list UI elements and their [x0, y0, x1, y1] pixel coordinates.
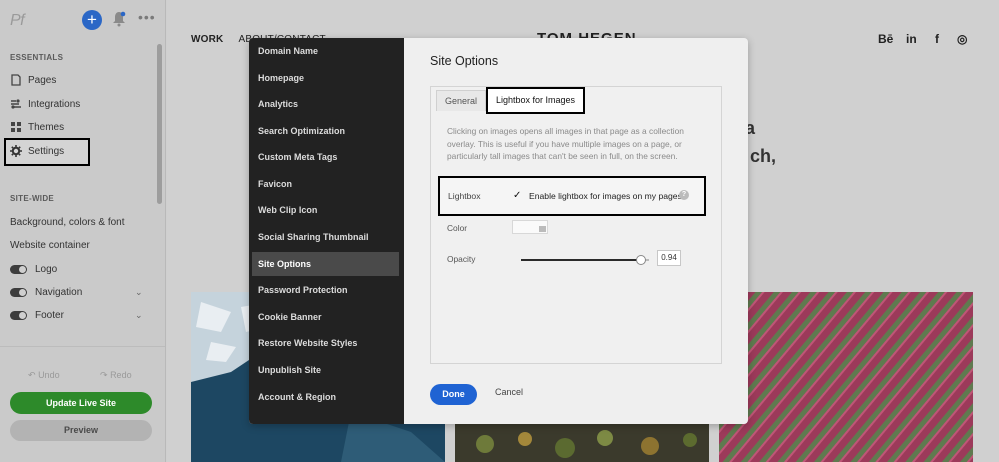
menu-item-analytics[interactable]: Analytics [252, 92, 399, 116]
chevron-down-icon[interactable]: ⌄ [135, 287, 143, 298]
essentials-heading: ESSENTIALS [10, 53, 64, 62]
sidebar-item-themes[interactable]: Themes [10, 117, 64, 137]
instagram-icon[interactable]: ◎ [957, 32, 967, 46]
redo-label: Redo [110, 370, 132, 380]
bell-icon[interactable] [112, 11, 126, 27]
sidebar-item-pages[interactable]: Pages [10, 70, 56, 90]
color-picker-corner-icon [539, 226, 546, 232]
sidebar-item-label: Navigation [35, 286, 83, 298]
menu-item-search-optimization[interactable]: Search Optimization [252, 119, 399, 143]
sidebar-item-background[interactable]: Background, colors & font [10, 212, 125, 232]
sidebar-scrollbar[interactable] [157, 44, 162, 204]
add-button[interactable]: + [82, 10, 102, 30]
opacity-label: Opacity [447, 254, 476, 264]
lightbox-setting-row: Lightbox ✓ Enable lightbox for images on… [438, 176, 706, 216]
more-options-icon[interactable]: ••• [138, 9, 156, 25]
sidebar-item-label: Themes [28, 121, 65, 133]
editor-sidebar: Pf + ••• ESSENTIALS Pages Integrations T… [0, 0, 166, 462]
sidebar-item-logo[interactable]: Logo [10, 259, 57, 279]
tulip-field-photo[interactable] [719, 292, 973, 462]
linkedin-icon[interactable]: in [906, 32, 917, 46]
logo-toggle[interactable] [10, 264, 27, 274]
menu-item-password-protection[interactable]: Password Protection [252, 278, 399, 302]
menu-item-favicon[interactable]: Favicon [252, 172, 399, 196]
help-icon[interactable]: ? [679, 190, 689, 200]
gear-icon [10, 145, 22, 157]
menu-item-account-region[interactable]: Account & Region [252, 385, 399, 409]
footer-toggle[interactable] [10, 310, 27, 320]
sidebar-item-settings[interactable]: Settings [10, 141, 64, 161]
lightbox-label: Lightbox [448, 191, 481, 201]
undo-icon: ↶ [28, 370, 36, 380]
opacity-slider-handle[interactable] [636, 255, 646, 265]
sidebar-item-label: Integrations [28, 98, 81, 110]
sidebar-item-label: Logo [35, 263, 58, 275]
site-nav-work[interactable]: WORK [191, 34, 223, 45]
undo-button[interactable]: ↶ Undo [28, 370, 60, 381]
tab-general[interactable]: General [436, 90, 486, 111]
menu-item-social-sharing-thumbnail[interactable]: Social Sharing Thumbnail [252, 225, 399, 249]
color-picker[interactable] [512, 220, 548, 234]
sidebar-item-integrations[interactable]: Integrations [10, 94, 80, 114]
trees-photo[interactable] [455, 424, 709, 462]
hero-text-fragment: ch, [750, 146, 777, 166]
sidebar-item-label: Footer [35, 309, 64, 321]
undo-label: Undo [38, 370, 60, 380]
tab-lightbox-for-images[interactable]: Lightbox for Images [486, 87, 585, 114]
pages-icon [11, 74, 21, 86]
cancel-button[interactable]: Cancel [495, 387, 523, 397]
sidebar-item-website-container[interactable]: Website container [10, 235, 90, 255]
settings-menu: Domain Name Homepage Analytics Search Op… [249, 38, 404, 424]
facebook-icon[interactable]: f [935, 32, 939, 46]
lightbox-checkbox[interactable]: ✓ [513, 190, 521, 201]
menu-item-domain-name[interactable]: Domain Name [252, 39, 399, 63]
chevron-down-icon[interactable]: ⌄ [135, 310, 143, 321]
site-options-modal: Domain Name Homepage Analytics Search Op… [249, 38, 748, 424]
menu-item-restore-website-styles[interactable]: Restore Website Styles [252, 331, 399, 355]
menu-item-unpublish-site[interactable]: Unpublish Site [252, 358, 399, 382]
menu-item-homepage[interactable]: Homepage [252, 66, 399, 90]
sitewide-heading: SITE-WIDE [10, 194, 55, 203]
integrations-icon [11, 99, 21, 109]
menu-item-custom-meta-tags[interactable]: Custom Meta Tags [252, 145, 399, 169]
menu-item-web-clip-icon[interactable]: Web Clip Icon [252, 198, 399, 222]
color-label: Color [447, 223, 468, 233]
portfolio-logo: Pf [10, 12, 25, 29]
lightbox-description: Clicking on images opens all images in t… [447, 126, 684, 161]
sidebar-top-bar: Pf + ••• [0, 0, 165, 42]
sidebar-item-label: Pages [28, 74, 57, 86]
opacity-slider[interactable] [521, 255, 649, 265]
done-button[interactable]: Done [430, 384, 477, 405]
sidebar-item-footer[interactable]: Footer [10, 305, 64, 325]
navigation-toggle[interactable] [10, 287, 27, 297]
preview-button[interactable]: Preview [10, 420, 152, 441]
update-live-site-button[interactable]: Update Live Site [10, 392, 152, 414]
lightbox-checkbox-label[interactable]: Enable lightbox for images on my pages [529, 191, 682, 201]
behance-icon[interactable]: Bē [878, 32, 893, 46]
menu-item-cookie-banner[interactable]: Cookie Banner [252, 305, 399, 329]
sidebar-item-label: Settings [28, 145, 65, 157]
sidebar-item-navigation[interactable]: Navigation [10, 282, 82, 302]
redo-button[interactable]: ↷ Redo [100, 370, 132, 381]
redo-icon: ↷ [100, 370, 108, 380]
panel-title: Site Options [430, 54, 499, 68]
themes-icon [11, 122, 21, 132]
menu-item-site-options[interactable]: Site Options [252, 252, 399, 276]
opacity-value-input[interactable]: 0.94 [657, 250, 681, 266]
sidebar-divider [0, 346, 165, 347]
